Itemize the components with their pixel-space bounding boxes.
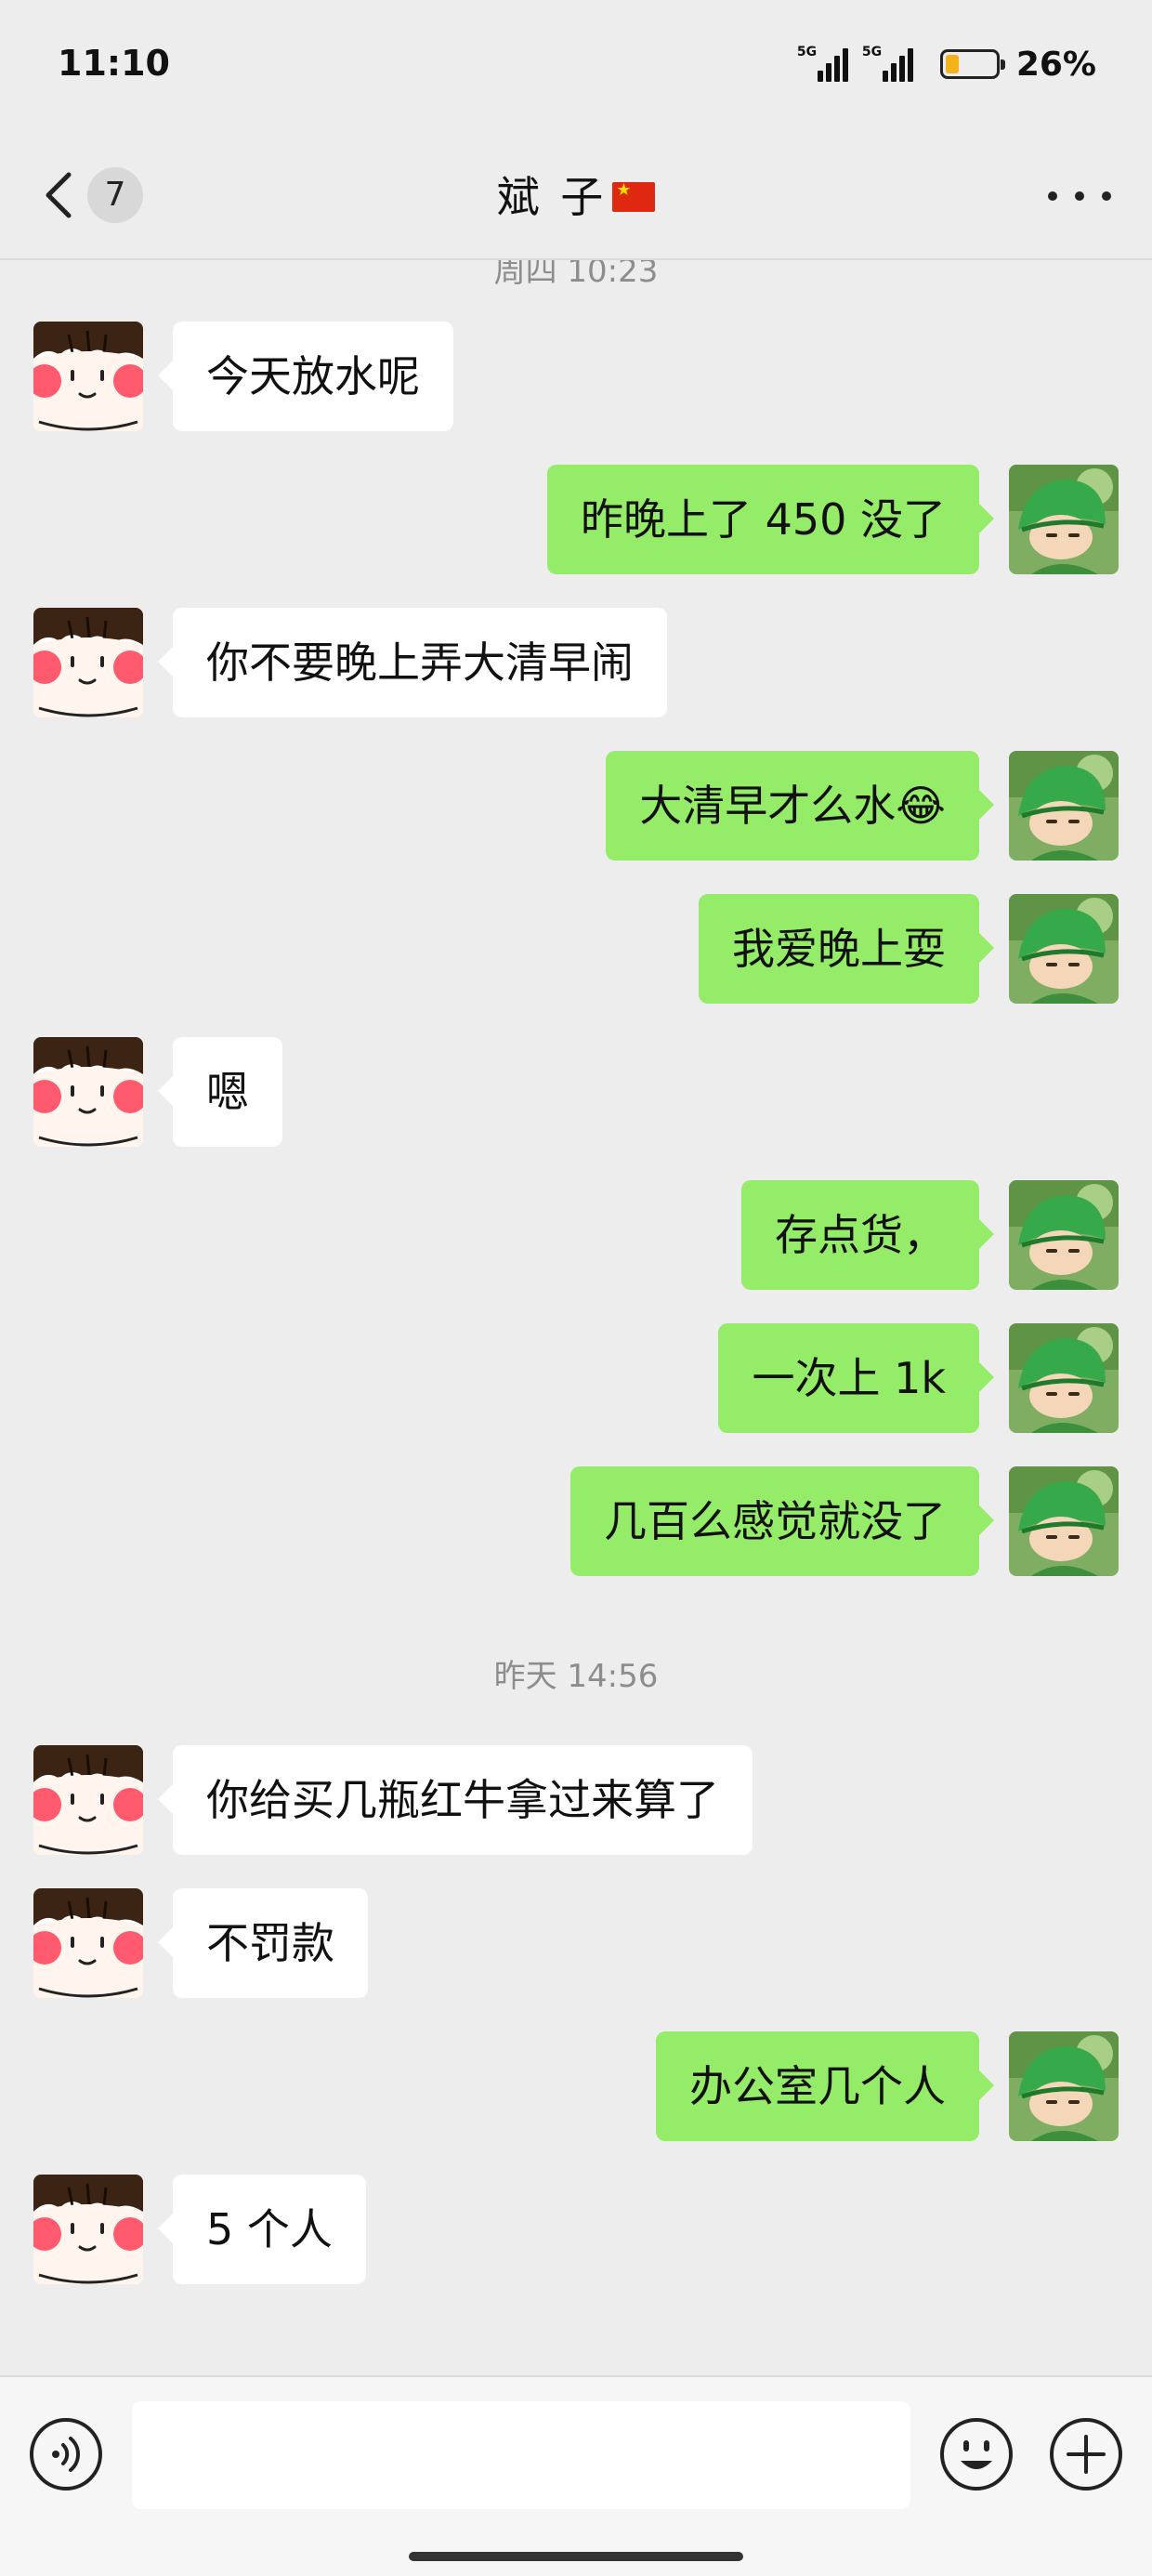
- chat-header: 7 斌 子: [0, 130, 1152, 260]
- message-bubble[interactable]: 大清早才么水😂: [606, 751, 994, 861]
- incoming-message: 你给买几瓶红牛拿过来算了: [0, 1745, 1152, 1855]
- outgoing-message: 一次上 1k: [0, 1323, 1152, 1433]
- message-timestamp: 昨天 14:56: [493, 1658, 659, 1695]
- status-time: 11:10: [58, 43, 170, 84]
- contact-avatar[interactable]: [33, 322, 143, 431]
- message-bubble[interactable]: 昨晚上了 450 没了: [546, 465, 995, 574]
- my-avatar[interactable]: [1009, 1323, 1119, 1433]
- outgoing-message: 昨晚上了 450 没了: [0, 465, 1152, 574]
- signal-icon: 5G: [797, 45, 851, 84]
- message-bubble[interactable]: 一次上 1k: [718, 1323, 994, 1433]
- battery-icon: [939, 49, 1005, 79]
- emoji-icon: [940, 2418, 1013, 2491]
- incoming-message: 今天放水呢: [0, 322, 1152, 431]
- outgoing-message: 几百么感觉就没了: [0, 1466, 1152, 1576]
- china-flag-icon: [612, 180, 656, 212]
- incoming-message: 嗯: [0, 1037, 1152, 1147]
- chat-title[interactable]: 斌 子: [0, 164, 1152, 225]
- contact-avatar[interactable]: [33, 2175, 143, 2284]
- contact-avatar[interactable]: [33, 1037, 143, 1147]
- message-bubble[interactable]: 嗯: [158, 1037, 282, 1147]
- chat-title-text: 斌 子: [496, 172, 608, 222]
- network-type-label: 5G: [796, 45, 818, 59]
- more-button[interactable]: [1044, 177, 1115, 214]
- incoming-message: 5 个人: [0, 2175, 1152, 2284]
- voice-icon: [30, 2418, 102, 2491]
- message-bubble[interactable]: 不罚款: [158, 1888, 368, 1998]
- message-bubble[interactable]: 你给买几瓶红牛拿过来算了: [158, 1745, 753, 1855]
- plus-icon: [1050, 2418, 1122, 2491]
- signal-icon: 5G: [862, 45, 916, 84]
- my-avatar[interactable]: [1009, 2031, 1119, 2141]
- message-bubble[interactable]: 今天放水呢: [158, 322, 453, 431]
- message-timestamp: 周四 10:23: [493, 260, 659, 290]
- message-bubble[interactable]: 存点货，: [741, 1180, 994, 1290]
- message-input[interactable]: [132, 2401, 910, 2509]
- home-indicator[interactable]: [409, 2552, 743, 2561]
- my-avatar[interactable]: [1009, 465, 1119, 574]
- emoji-button[interactable]: [938, 2416, 1015, 2492]
- network-type-label: 5G: [861, 45, 883, 59]
- plus-button[interactable]: [1048, 2416, 1124, 2492]
- message-bubble[interactable]: 办公室几个人: [656, 2031, 994, 2141]
- message-bubble[interactable]: 我爱晚上耍: [699, 894, 994, 1004]
- contact-avatar[interactable]: [33, 1888, 143, 1998]
- outgoing-message: 我爱晚上耍: [0, 894, 1152, 1004]
- outgoing-message: 大清早才么水😂: [0, 751, 1152, 861]
- battery-fill: [945, 55, 959, 73]
- my-avatar[interactable]: [1009, 1466, 1119, 1576]
- my-avatar[interactable]: [1009, 894, 1119, 1004]
- incoming-message: 不罚款: [0, 1888, 1152, 1998]
- message-bubble[interactable]: 5 个人: [158, 2175, 366, 2284]
- voice-button[interactable]: [28, 2416, 104, 2492]
- battery-percent: 26%: [1015, 45, 1096, 84]
- status-icons: 5G 5G 26%: [797, 45, 1096, 84]
- contact-avatar[interactable]: [33, 608, 143, 717]
- my-avatar[interactable]: [1009, 1180, 1119, 1290]
- message-list[interactable]: 周四 10:23 今天放水呢 昨晚上了 450 没了你不要晚上弄大清早闹大清早才么水…: [0, 260, 1152, 2375]
- contact-avatar[interactable]: [33, 1745, 143, 1855]
- message-bubble[interactable]: 你不要晚上弄大清早闹: [158, 608, 667, 717]
- message-bubble[interactable]: 几百么感觉就没了: [570, 1466, 994, 1576]
- outgoing-message: 办公室几个人: [0, 2031, 1152, 2141]
- my-avatar[interactable]: [1009, 751, 1119, 861]
- incoming-message: 你不要晚上弄大清早闹: [0, 608, 1152, 717]
- status-bar: 11:10 5G 5G 26%: [0, 0, 1152, 130]
- input-bar: [0, 2375, 1152, 2576]
- outgoing-message: 存点货，: [0, 1180, 1152, 1290]
